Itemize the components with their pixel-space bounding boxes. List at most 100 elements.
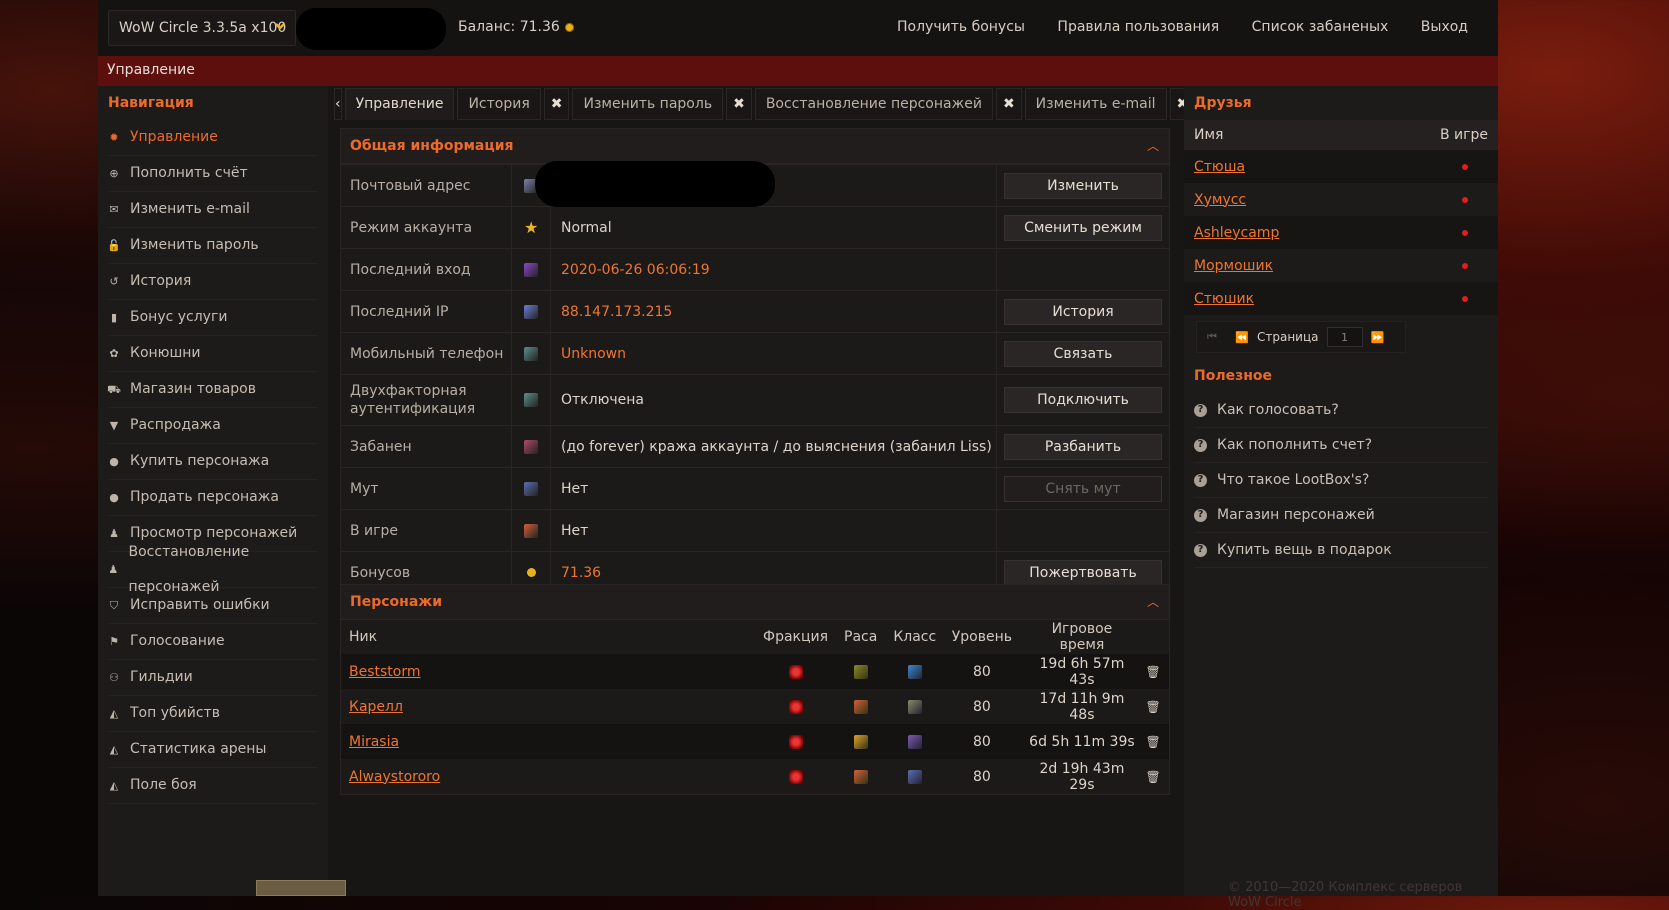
link-rules[interactable]: Правила пользования: [1057, 19, 1219, 35]
useful-link[interactable]: ? Как пополнить счет?: [1194, 428, 1488, 463]
action-button[interactable]: Разбанить: [1004, 433, 1162, 460]
tab-change-password[interactable]: Изменить пароль: [572, 88, 724, 120]
horde-faction-icon: [788, 769, 803, 784]
action-button[interactable]: Пожертвовать: [1004, 559, 1162, 586]
nav-item[interactable]: 🔓 Изменить пароль: [107, 228, 318, 264]
action-button[interactable]: Связать: [1004, 340, 1162, 367]
breadcrumb-label: Управление: [107, 62, 195, 78]
first-page-icon[interactable]: ⏮: [1197, 330, 1227, 344]
link-get-bonuses[interactable]: Получить бонусы: [897, 19, 1025, 35]
useful-link[interactable]: ? Что такое LootBox's?: [1194, 463, 1488, 498]
nav-item[interactable]: ⚑ Голосование: [108, 624, 318, 660]
nav-item[interactable]: ◭ Статистика арены: [108, 732, 318, 768]
info-row: Последний вход 2020-06-26 06:06:19: [341, 248, 1169, 291]
next-page-icon[interactable]: ⏩: [1363, 331, 1393, 344]
close-icon[interactable]: ✖: [995, 88, 1022, 120]
info-value: Unknown: [550, 332, 997, 375]
useful-link[interactable]: ? Купить вещь в подарок: [1194, 533, 1488, 568]
nav-item[interactable]: ⚇ Гильдии: [108, 660, 318, 696]
friend-link[interactable]: Стюша: [1194, 159, 1245, 175]
collapse-icon[interactable]: ︿: [1147, 129, 1159, 163]
info-label: Почтовый адрес: [341, 164, 512, 207]
tab-management[interactable]: Управление: [344, 88, 455, 120]
class-icon: [907, 734, 922, 749]
top-bar: WoW Circle 3.3.5a x100 Баланс: 71.36 Пол…: [98, 0, 1498, 56]
useful-link[interactable]: ? Как голосовать?: [1194, 393, 1488, 428]
question-icon: ?: [1194, 438, 1207, 452]
shield-icon: ⛉: [109, 599, 119, 612]
nav-item[interactable]: ⊕ Пополнить счёт: [108, 156, 318, 192]
action-button[interactable]: Изменить: [1004, 172, 1162, 199]
friend-row: Мормошик: [1184, 249, 1498, 282]
trash-icon[interactable]: 🗑: [1146, 665, 1161, 679]
tab-history[interactable]: История: [457, 88, 541, 120]
action-button[interactable]: История: [1004, 298, 1162, 325]
tab-change-email[interactable]: Изменить e-mail: [1024, 88, 1167, 120]
character-nick-cell: Beststorm: [341, 654, 763, 689]
race-icon: [853, 664, 868, 679]
nav-item[interactable]: ◭ Топ убийств: [108, 696, 318, 732]
tab-restore-characters[interactable]: Восстановление персонажей: [754, 88, 993, 120]
trash-icon[interactable]: 🗑: [1146, 770, 1161, 784]
nav-item[interactable]: ⛟ Магазин товаров: [107, 372, 318, 408]
character-link[interactable]: Alwaystororo: [349, 769, 440, 785]
info-icon-cell: [511, 425, 551, 468]
prev-page-icon[interactable]: ⏪: [1227, 331, 1257, 344]
nav-item[interactable]: ▼ Распродажа: [108, 408, 318, 444]
nav-item[interactable]: ♟ Восстановление персонажей: [108, 544, 318, 595]
nav-item[interactable]: ✿ Конюшни: [108, 336, 318, 372]
collapse-icon[interactable]: ︿: [1147, 585, 1159, 619]
friend-link[interactable]: Стюшик: [1194, 291, 1254, 307]
character-link[interactable]: Mirasia: [349, 734, 399, 750]
friends-col-name: Имя: [1194, 127, 1224, 143]
nav-item-label: Изменить e-mail: [130, 201, 250, 217]
race-cell: [829, 689, 893, 724]
info-row: Мобильный телефон Unknown Связать: [341, 332, 1169, 375]
page-input[interactable]: [1326, 327, 1363, 347]
friend-link[interactable]: Хумусс: [1194, 192, 1246, 208]
link-logout[interactable]: Выход: [1421, 19, 1468, 35]
info-value: (до forever) кража аккаунта / до выяснен…: [550, 425, 997, 468]
useful-link[interactable]: ? Магазин персонажей: [1194, 498, 1488, 533]
info-icon-cell: ★: [511, 206, 551, 249]
user-icon: ●: [109, 491, 119, 504]
trash-icon[interactable]: 🗑: [1146, 700, 1161, 714]
friend-row: Стюшик: [1184, 282, 1498, 315]
server-select[interactable]: WoW Circle 3.3.5a x100: [108, 10, 296, 46]
friend-link[interactable]: Ashleycamp: [1194, 225, 1279, 241]
nav-item[interactable]: ▮ Бонус услуги: [108, 300, 318, 336]
close-icon[interactable]: ✖: [726, 88, 752, 120]
link-ban-list[interactable]: Список забаненых: [1252, 19, 1389, 35]
character-link[interactable]: Карелл: [349, 699, 403, 715]
nav-item[interactable]: ● Продать персонажа: [108, 480, 318, 516]
character-level: 80: [972, 733, 991, 750]
character-link[interactable]: Beststorm: [349, 664, 421, 680]
characters-header[interactable]: Персонажи ︿: [341, 585, 1169, 620]
close-icon[interactable]: ✖: [543, 88, 570, 120]
friend-link[interactable]: Мормошик: [1194, 258, 1273, 274]
info-value: 2020-06-26 06:06:19: [550, 248, 997, 291]
trash-icon[interactable]: 🗑: [1146, 735, 1161, 749]
action-button[interactable]: Сменить режим: [1004, 214, 1162, 241]
useful-link-label: Как пополнить счет?: [1217, 437, 1373, 453]
action-button[interactable]: Подключить: [1004, 387, 1162, 413]
useful-link-label: Как голосовать?: [1217, 402, 1339, 418]
copyright: © 2010—2020 Комплекс серверов WoW Circle: [1228, 880, 1463, 910]
nav-item[interactable]: ↺ История: [108, 264, 318, 300]
faction-cell: [762, 724, 830, 759]
info-action-cell: Связать: [996, 332, 1169, 375]
general-info-header[interactable]: Общая информация ︿: [341, 129, 1169, 164]
nav-item-label: Пополнить счёт: [130, 165, 248, 181]
friend-row: Хумусс: [1184, 183, 1498, 216]
class-icon: [907, 699, 922, 714]
nav-item[interactable]: ◭ Поле боя: [108, 768, 318, 804]
nav-item[interactable]: ✉ Изменить e-mail: [108, 192, 318, 228]
nav-item-label: Голосование: [130, 633, 225, 649]
nav-item[interactable]: ● Купить персонажа: [108, 444, 318, 480]
friend-row: Стюша: [1184, 150, 1498, 183]
nav-item[interactable]: ✹ Управление: [108, 120, 318, 156]
characters-box: Персонажи ︿ Ник Фракция Раса Класс Урове…: [340, 584, 1170, 795]
info-value: 88.147.173.215: [550, 290, 997, 333]
tabs-prev-button[interactable]: ‹: [334, 88, 342, 120]
friends-col-online: В игре: [1439, 127, 1488, 143]
